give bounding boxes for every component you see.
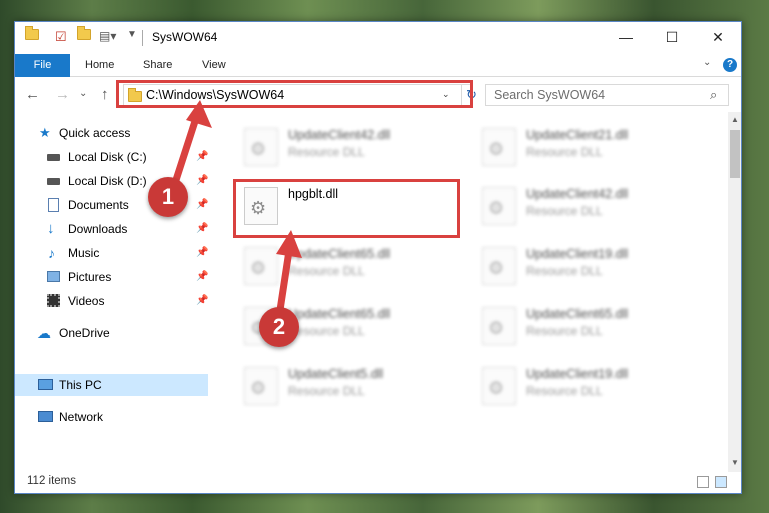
annotation-arrows — [172, 100, 302, 314]
step-badge-2: 2 — [259, 307, 299, 347]
arrowhead-1 — [186, 100, 212, 128]
arrowhead-2 — [276, 230, 302, 258]
step-badge-1: 1 — [148, 177, 188, 217]
